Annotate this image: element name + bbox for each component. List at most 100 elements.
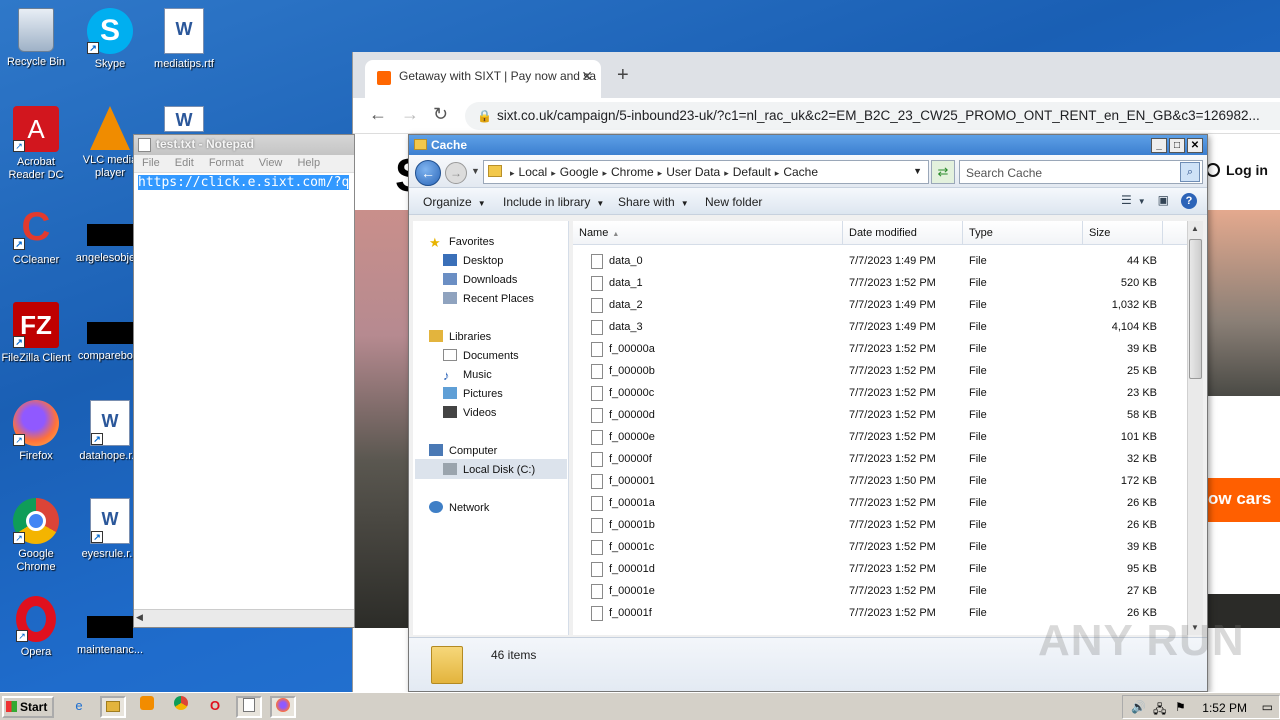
back-arrow-icon[interactable]: ← (369, 104, 387, 125)
menu-help[interactable]: Help (297, 157, 320, 169)
table-row[interactable]: data_3 7/7/2023 1:49 PM File 4,104 KB (573, 317, 1187, 339)
nav-local-disk[interactable]: Local Disk (C:) (415, 459, 567, 479)
include-in-library-button[interactable]: Include in library ▼ (503, 195, 604, 209)
column-date-modified[interactable]: Date modified (843, 221, 963, 245)
volume-icon[interactable]: 🔊 (1131, 700, 1146, 714)
menu-view[interactable]: View (259, 157, 283, 169)
new-tab-button[interactable]: + (617, 64, 629, 87)
desktop-icon-chrome[interactable]: ↗ Google Chrome (0, 498, 72, 574)
nav-libraries[interactable]: Libraries (429, 330, 491, 343)
organize-button[interactable]: Organize ▼ (423, 195, 486, 209)
breadcrumb-default[interactable]: Default (733, 165, 771, 179)
explorer-title-bar[interactable]: Cache _ □ ✕ (409, 135, 1207, 155)
taskbar-firefox-icon[interactable] (270, 696, 296, 718)
menu-format[interactable]: Format (209, 157, 244, 169)
taskbar-media-player-icon[interactable] (134, 696, 160, 718)
notepad-title-bar[interactable]: test.txt - Notepad (134, 135, 354, 155)
table-row[interactable]: f_00000e 7/7/2023 1:52 PM File 101 KB (573, 427, 1187, 449)
column-size[interactable]: Size (1083, 221, 1163, 245)
desktop-icon-firefox[interactable]: ↗ Firefox (0, 400, 72, 463)
table-row[interactable]: f_00001b 7/7/2023 1:52 PM File 26 KB (573, 515, 1187, 537)
reload-icon[interactable]: ↻ (433, 104, 448, 125)
nav-downloads[interactable]: Downloads (443, 273, 517, 286)
show-cars-button[interactable]: ow cars (1200, 478, 1280, 522)
forward-button[interactable]: → (445, 162, 467, 184)
table-row[interactable]: f_00001c 7/7/2023 1:52 PM File 39 KB (573, 537, 1187, 559)
action-center-flag-icon[interactable]: ⚑ (1175, 700, 1186, 714)
scroll-up-arrow-icon[interactable]: ▲ (1191, 224, 1199, 233)
table-row[interactable]: data_1 7/7/2023 1:52 PM File 520 KB (573, 273, 1187, 295)
new-folder-button[interactable]: New folder (705, 195, 762, 209)
desktop-icon-filezilla[interactable]: FZ ↗ FileZilla Client (0, 302, 72, 365)
horizontal-scrollbar[interactable]: ◀ (134, 609, 354, 627)
network-tray-icon[interactable]: 🖧 (1153, 700, 1166, 720)
table-row[interactable]: f_00000d 7/7/2023 1:52 PM File 58 KB (573, 405, 1187, 427)
table-row[interactable]: data_2 7/7/2023 1:49 PM File 1,032 KB (573, 295, 1187, 317)
share-with-button[interactable]: Share with ▼ (618, 195, 689, 209)
close-button[interactable]: ✕ (1187, 138, 1203, 153)
scrollbar-thumb[interactable] (1189, 239, 1202, 379)
browser-tab-sixt[interactable]: Getaway with SIXT | Pay now and sa ✕ (365, 60, 601, 98)
table-row[interactable]: f_00000b 7/7/2023 1:52 PM File 25 KB (573, 361, 1187, 383)
start-button[interactable]: Start (2, 696, 54, 718)
nav-desktop[interactable]: Desktop (443, 254, 503, 267)
menu-edit[interactable]: Edit (175, 157, 194, 169)
chevron-down-icon[interactable]: ▼ (1138, 197, 1146, 206)
close-tab-icon[interactable]: ✕ (581, 68, 593, 85)
minimize-button[interactable]: _ (1151, 138, 1167, 153)
breadcrumb-local[interactable]: Local (519, 165, 548, 179)
table-row[interactable]: f_00000f 7/7/2023 1:52 PM File 32 KB (573, 449, 1187, 471)
recent-pages-dropdown-icon[interactable]: ▼ (471, 166, 480, 176)
desktop-icon-recycle-bin[interactable]: Recycle Bin (0, 8, 72, 69)
help-icon[interactable]: ? (1181, 193, 1197, 209)
taskbar-explorer-icon[interactable] (100, 696, 126, 718)
taskbar-opera-icon[interactable]: O (202, 696, 228, 718)
table-row[interactable]: f_00000c 7/7/2023 1:52 PM File 23 KB (573, 383, 1187, 405)
breadcrumb[interactable]: ▸ Local ▸ Google ▸ Chrome ▸ User Data ▸ Default ▸ C… (483, 160, 929, 184)
notepad-text-area[interactable]: https://click.e.sixt.com/?q (134, 173, 354, 192)
desktop-icon-acrobat[interactable]: A ↗ Acrobat Reader DC (0, 106, 72, 182)
back-button[interactable]: ← (415, 160, 441, 186)
maximize-button[interactable]: □ (1169, 138, 1185, 153)
nav-network[interactable]: Network (429, 501, 489, 514)
table-row[interactable]: f_00001e 7/7/2023 1:52 PM File 27 KB (573, 581, 1187, 603)
desktop-icon-opera[interactable]: ↗ Opera (0, 596, 72, 659)
chevron-down-icon[interactable]: ▼ (913, 166, 922, 176)
breadcrumb-chrome[interactable]: Chrome (611, 165, 654, 179)
column-type[interactable]: Type (963, 221, 1083, 245)
desktop-icon-ccleaner[interactable]: C ↗ CCleaner (0, 204, 72, 267)
table-row[interactable]: f_00000a 7/7/2023 1:52 PM File 39 KB (573, 339, 1187, 361)
nav-recent-places[interactable]: Recent Places (443, 292, 534, 305)
taskbar-notepad-icon[interactable] (236, 696, 262, 718)
table-row[interactable]: f_00001a 7/7/2023 1:52 PM File 26 KB (573, 493, 1187, 515)
taskbar-ie-icon[interactable]: e (66, 696, 92, 718)
breadcrumb-cache[interactable]: Cache (783, 165, 818, 179)
login-link[interactable]: Log in (1206, 162, 1268, 178)
forward-arrow-icon[interactable]: → (401, 104, 419, 125)
vertical-scrollbar[interactable]: ▲ ▼ (1187, 221, 1203, 635)
nav-pictures[interactable]: Pictures (443, 387, 503, 400)
table-row[interactable]: f_00001d 7/7/2023 1:52 PM File 95 KB (573, 559, 1187, 581)
nav-videos[interactable]: Videos (443, 406, 496, 419)
breadcrumb-user-data[interactable]: User Data (666, 165, 720, 179)
table-row[interactable]: data_0 7/7/2023 1:49 PM File 44 KB (573, 251, 1187, 273)
desktop-icon-word-2[interactable]: W (148, 106, 220, 136)
breadcrumb-google[interactable]: Google (560, 165, 599, 179)
search-input[interactable]: Search Cache ⌕ (959, 160, 1203, 184)
address-bar[interactable]: 🔒 sixt.co.uk/campaign/5-inbound23-uk/?c1… (465, 102, 1280, 130)
column-name[interactable]: Name ▲ (573, 221, 843, 245)
table-row[interactable]: f_000001 7/7/2023 1:50 PM File 172 KB (573, 471, 1187, 493)
search-icon[interactable]: ⌕ (1180, 162, 1200, 182)
preview-pane-icon[interactable]: ▣ (1158, 193, 1169, 207)
scroll-left-arrow-icon[interactable]: ◀ (136, 612, 143, 623)
desktop-icon-mediatips[interactable]: W mediatips.rtf (148, 8, 220, 71)
menu-file[interactable]: File (142, 157, 160, 169)
nav-documents[interactable]: Documents (443, 349, 519, 362)
refresh-button[interactable]: ⇄ (931, 160, 955, 184)
change-view-icon[interactable]: ☰ (1121, 193, 1132, 207)
nav-music[interactable]: ♪ Music (443, 368, 492, 383)
show-desktop-icon[interactable]: ▭ (1262, 700, 1273, 714)
taskbar-chrome-icon[interactable] (168, 696, 194, 718)
nav-computer[interactable]: Computer (429, 444, 497, 457)
nav-favorites[interactable]: ★ Favorites (429, 235, 494, 250)
